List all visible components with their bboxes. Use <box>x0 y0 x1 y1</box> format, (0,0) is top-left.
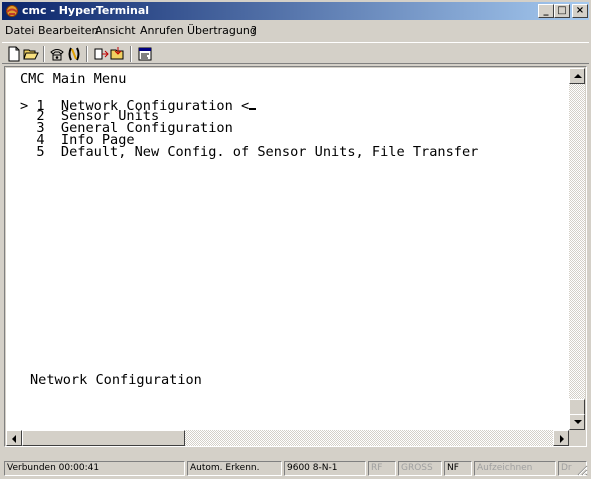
arrow-down-icon <box>574 420 582 424</box>
scrollbar-corner <box>569 430 585 446</box>
close-button[interactable]: × <box>572 4 588 18</box>
new-document-icon[interactable] <box>6 46 22 62</box>
send-icon[interactable] <box>93 46 109 62</box>
status-bar: Verbunden 00:00:41 Autom. Erkenn. 9600 8… <box>2 459 589 477</box>
menu-anrufen[interactable]: Anrufen <box>140 24 184 37</box>
menu-uebertragung[interactable]: Übertragung <box>187 24 257 37</box>
arrow-left-icon <box>12 435 16 443</box>
menu-option-default-config[interactable]: 5 Default, New Config. of Sensor Units, … <box>20 145 478 159</box>
horizontal-scroll-track[interactable] <box>185 430 553 446</box>
maximize-button[interactable]: □ <box>554 4 570 18</box>
scroll-left-button[interactable] <box>6 430 22 446</box>
menu-ansicht[interactable]: Ansicht <box>95 24 136 37</box>
vertical-scroll-track[interactable] <box>569 84 585 414</box>
vertical-scroll-thumb[interactable] <box>569 399 585 415</box>
terminal-frame: CMC Main Menu > 1 Network Configuration … <box>4 66 587 447</box>
resize-grip-icon[interactable] <box>576 464 588 476</box>
status-connection-time: Verbunden 00:00:41 <box>4 461 185 476</box>
terminal-screen[interactable]: CMC Main Menu > 1 Network Configuration … <box>6 68 569 430</box>
horizontal-scroll-thumb[interactable] <box>22 430 185 446</box>
arrow-up-icon <box>574 74 582 78</box>
status-auto-detect: Autom. Erkenn. <box>187 461 282 476</box>
status-port-settings: 9600 8-N-1 <box>284 461 366 476</box>
properties-icon[interactable] <box>137 46 153 62</box>
maximize-icon: □ <box>557 5 567 16</box>
toolbar-separator <box>86 46 88 62</box>
scroll-right-button[interactable] <box>553 430 569 446</box>
minimize-button[interactable]: _ <box>538 4 554 18</box>
toolbar-separator <box>130 46 132 62</box>
hyperterminal-window: cmc - HyperTerminal _ □ × Datei Bearbeit… <box>0 0 591 479</box>
status-caps-lock: GROSS <box>398 461 442 476</box>
vertical-scrollbar[interactable] <box>569 68 585 430</box>
toolbar <box>2 42 589 64</box>
terminal-footer-text: Network Configuration <box>30 372 202 388</box>
disconnect-phone-icon[interactable] <box>66 46 82 62</box>
hyperterminal-app-icon[interactable] <box>5 4 19 18</box>
open-folder-icon[interactable] <box>23 46 39 62</box>
terminal-cursor <box>249 98 257 110</box>
title-bar[interactable]: cmc - HyperTerminal _ □ × <box>2 2 589 20</box>
status-num-lock: NF <box>444 461 472 476</box>
connect-phone-icon[interactable] <box>49 46 65 62</box>
menu-bar: Datei Bearbeiten Ansicht Anrufen Übertra… <box>2 21 589 40</box>
horizontal-scrollbar[interactable] <box>6 430 569 446</box>
scroll-down-button[interactable] <box>569 414 585 430</box>
window-title: cmc - HyperTerminal <box>22 4 150 17</box>
terminal-line-title: CMC Main Menu <box>20 71 127 87</box>
scroll-up-button[interactable] <box>569 68 585 84</box>
receive-icon[interactable] <box>110 46 126 62</box>
status-capture: Aufzeichnen <box>474 461 556 476</box>
menu-help[interactable]: ? <box>251 24 257 37</box>
menu-datei[interactable]: Datei <box>5 24 34 37</box>
status-scroll-lock: RF <box>368 461 396 476</box>
arrow-right-icon <box>560 435 564 443</box>
close-icon: × <box>575 5 585 16</box>
minimize-icon: _ <box>543 5 549 16</box>
menu-bearbeiten[interactable]: Bearbeiten <box>38 24 98 37</box>
toolbar-separator <box>43 46 45 62</box>
